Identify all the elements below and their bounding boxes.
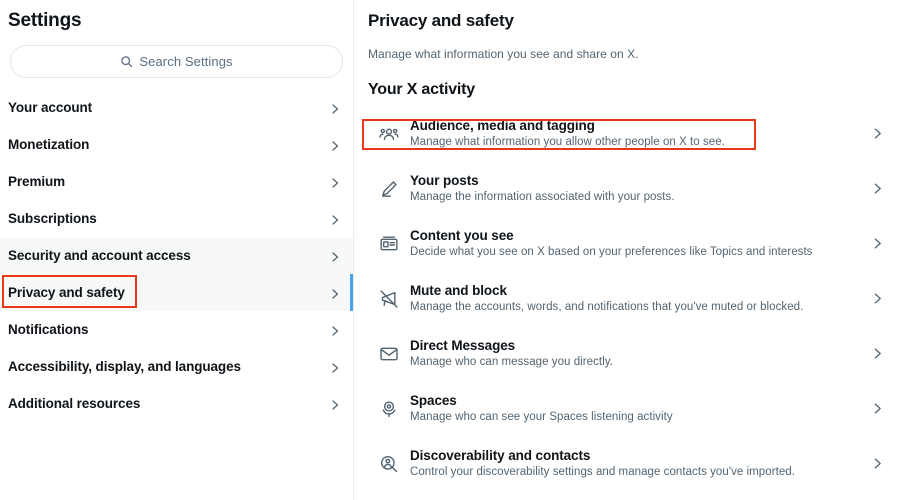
chevron-right-icon xyxy=(860,402,884,415)
row-title: Mute and block xyxy=(410,283,507,298)
privacy-and-safety-panel: Privacy and safety Manage what informati… xyxy=(354,0,900,500)
search-settings-input[interactable]: Search Settings xyxy=(10,45,343,78)
settings-row-list: Audience, media and tagging Manage what … xyxy=(368,106,884,491)
active-indicator xyxy=(350,274,353,311)
row-text-block: Your posts Manage the information associ… xyxy=(410,172,860,205)
row-text-block: Audience, media and tagging Manage what … xyxy=(410,117,860,150)
row-title: Content you see xyxy=(410,228,514,243)
sidebar-item-label: Accessibility, display, and languages xyxy=(8,359,241,374)
chevron-right-icon xyxy=(860,237,884,250)
row-description: Manage what information you allow other … xyxy=(410,136,725,148)
chevron-right-icon xyxy=(329,176,341,188)
sidebar-item-subscriptions[interactable]: Subscriptions xyxy=(0,200,353,237)
settings-sidebar: Settings Search Settings Your account Mo… xyxy=(0,0,354,500)
pencil-edit-icon xyxy=(368,179,410,199)
search-icon xyxy=(120,55,133,68)
chevron-right-icon xyxy=(329,361,341,373)
sidebar-item-label: Additional resources xyxy=(8,396,141,411)
sidebar-item-label: Monetization xyxy=(8,137,90,152)
sidebar-item-monetization[interactable]: Monetization xyxy=(0,126,353,163)
row-description: Decide what you see on X based on your p… xyxy=(410,246,813,258)
settings-screen: Settings Search Settings Your account Mo… xyxy=(0,0,900,500)
row-description: Control your discoverability settings an… xyxy=(410,466,795,478)
sidebar-item-label: Security and account access xyxy=(8,248,191,263)
row-content-you-see[interactable]: Content you see Decide what you see on X… xyxy=(368,216,884,271)
row-text-block: Spaces Manage who can see your Spaces li… xyxy=(410,392,860,425)
chevron-right-icon xyxy=(329,324,341,336)
newspaper-icon xyxy=(368,234,410,254)
row-title: Spaces xyxy=(410,393,457,408)
row-text-block: Discoverability and contacts Control you… xyxy=(410,447,860,480)
chevron-right-icon xyxy=(329,139,341,151)
row-description: Manage who can see your Spaces listening… xyxy=(410,411,673,423)
chevron-right-icon xyxy=(329,250,341,262)
sidebar-nav-list: Your account Monetization Premium Subscr… xyxy=(0,89,353,422)
sidebar-item-accessibility-display-and-languages[interactable]: Accessibility, display, and languages xyxy=(0,348,353,385)
chevron-right-icon xyxy=(329,287,341,299)
search-placeholder-text: Search Settings xyxy=(139,54,233,69)
search-inner: Search Settings xyxy=(120,54,233,69)
chevron-right-icon xyxy=(329,398,341,410)
sidebar-item-security-and-account-access[interactable]: Security and account access xyxy=(0,237,353,274)
chevron-right-icon xyxy=(860,347,884,360)
row-direct-messages[interactable]: Direct Messages Manage who can message y… xyxy=(368,326,884,381)
row-text-block: Content you see Decide what you see on X… xyxy=(410,227,860,260)
chevron-right-icon xyxy=(329,213,341,225)
row-title: Audience, media and tagging xyxy=(410,118,595,133)
sidebar-item-notifications[interactable]: Notifications xyxy=(0,311,353,348)
muted-megaphone-icon xyxy=(368,289,410,309)
row-mute-and-block[interactable]: Mute and block Manage the accounts, word… xyxy=(368,271,884,326)
sidebar-item-privacy-and-safety[interactable]: Privacy and safety xyxy=(0,274,353,311)
row-description: Manage the information associated with y… xyxy=(410,191,675,203)
sidebar-item-label: Notifications xyxy=(8,322,89,337)
row-title: Your posts xyxy=(410,173,479,188)
page-title: Privacy and safety xyxy=(368,11,514,30)
sidebar-item-your-account[interactable]: Your account xyxy=(0,89,353,126)
sidebar-item-label: Premium xyxy=(8,174,66,189)
people-group-icon xyxy=(368,124,410,144)
sidebar-item-premium[interactable]: Premium xyxy=(0,163,353,200)
row-text-block: Direct Messages Manage who can message y… xyxy=(410,337,860,370)
sidebar-item-additional-resources[interactable]: Additional resources xyxy=(0,385,353,422)
sidebar-item-label: Your account xyxy=(8,100,93,115)
row-description: Manage the accounts, words, and notifica… xyxy=(410,301,804,313)
microphone-icon xyxy=(368,399,410,419)
chevron-right-icon xyxy=(860,457,884,470)
row-spaces[interactable]: Spaces Manage who can see your Spaces li… xyxy=(368,381,884,436)
row-title: Direct Messages xyxy=(410,338,516,353)
sidebar-item-label: Privacy and safety xyxy=(8,285,125,300)
chevron-right-icon xyxy=(860,182,884,195)
row-audience-media-and-tagging[interactable]: Audience, media and tagging Manage what … xyxy=(368,106,884,161)
row-description: Manage who can message you directly. xyxy=(410,356,613,368)
row-discoverability-and-contacts[interactable]: Discoverability and contacts Control you… xyxy=(368,436,884,491)
row-text-block: Mute and block Manage the accounts, word… xyxy=(410,282,860,315)
chevron-right-icon xyxy=(860,127,884,140)
sidebar-item-label: Subscriptions xyxy=(8,211,97,226)
chevron-right-icon xyxy=(329,102,341,114)
sidebar-title: Settings xyxy=(8,10,82,31)
search-person-icon xyxy=(368,454,410,474)
chevron-right-icon xyxy=(860,292,884,305)
row-title: Discoverability and contacts xyxy=(410,448,591,463)
row-your-posts[interactable]: Your posts Manage the information associ… xyxy=(368,161,884,216)
page-subtitle: Manage what information you see and shar… xyxy=(368,47,639,61)
section-heading: Your X activity xyxy=(368,81,475,98)
envelope-icon xyxy=(368,344,410,364)
